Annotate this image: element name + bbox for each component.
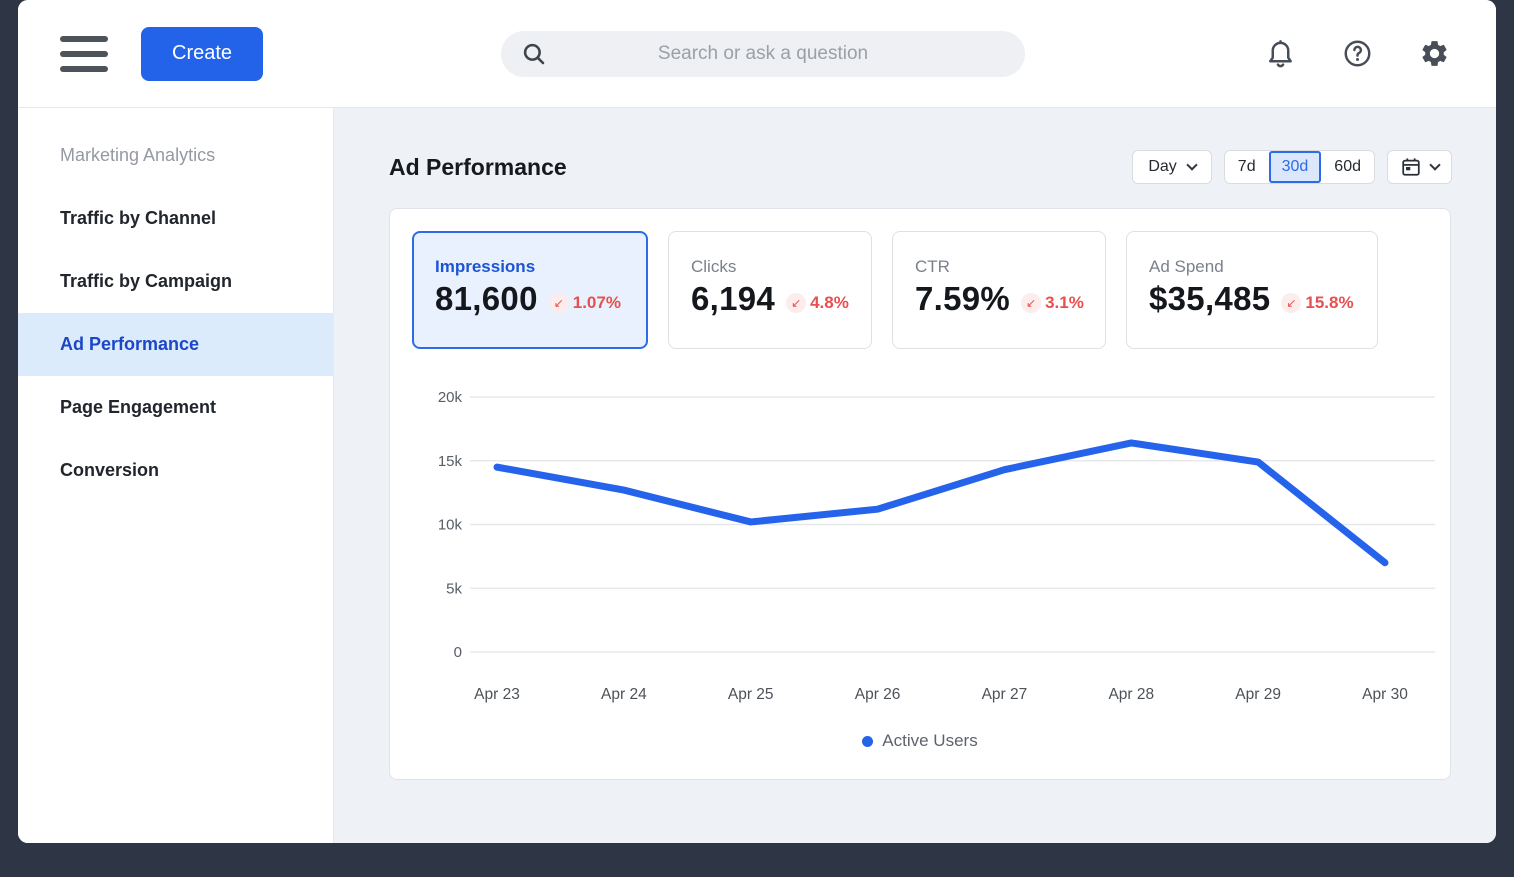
trend-down-icon: ↙ [549, 293, 569, 313]
date-picker-button[interactable] [1387, 150, 1452, 184]
metric-delta: 1.07% [573, 293, 621, 313]
create-button[interactable]: Create [141, 27, 263, 81]
metric-card-clicks[interactable]: Clicks 6,194 ↙ 4.8% [668, 231, 872, 349]
notifications-button[interactable] [1264, 38, 1296, 70]
help-icon [1342, 38, 1373, 69]
gear-icon [1419, 38, 1450, 69]
chevron-down-icon [1429, 159, 1440, 170]
trend-down-icon: ↙ [1021, 293, 1041, 313]
sidebar-item-traffic-by-channel[interactable]: Traffic by Channel [18, 187, 333, 250]
settings-button[interactable] [1418, 38, 1450, 70]
svg-text:Apr 23: Apr 23 [474, 686, 520, 703]
calendar-icon [1400, 156, 1422, 178]
svg-text:10k: 10k [438, 517, 463, 534]
chart-legend: Active Users [390, 731, 1450, 751]
main-content: Ad Performance Day 7d 30d 60d [334, 108, 1496, 843]
metric-value: 7.59% [915, 280, 1010, 318]
metric-label: CTR [915, 257, 1083, 277]
range-60d-button[interactable]: 60d [1321, 151, 1374, 183]
metric-value: 81,600 [435, 280, 538, 318]
metric-card-ctr[interactable]: CTR 7.59% ↙ 3.1% [892, 231, 1106, 349]
svg-text:0: 0 [454, 644, 462, 661]
page-title: Ad Performance [389, 154, 567, 181]
svg-text:Apr 28: Apr 28 [1108, 686, 1154, 703]
search-icon [521, 41, 547, 67]
chevron-down-icon [1186, 159, 1197, 170]
sidebar: Marketing Analytics Traffic by Channel T… [18, 108, 334, 843]
granularity-label: Day [1148, 158, 1176, 176]
legend-dot-icon [862, 736, 873, 747]
bell-icon [1265, 38, 1296, 69]
trend-down-icon: ↙ [1281, 293, 1301, 313]
metric-value: 6,194 [691, 280, 775, 318]
metric-label: Clicks [691, 257, 849, 277]
metric-label: Impressions [435, 257, 625, 277]
line-chart: 0 5k 10k 15k 20k Apr 23 Apr 24 Apr 25 Apr 26 Apr … [390, 379, 1452, 719]
chart-area: 0 5k 10k 15k 20k Apr 23 Apr 24 Apr 25 Apr 26 Apr … [390, 379, 1450, 751]
metrics-row: Impressions 81,600 ↙ 1.07% Clicks 6, [390, 209, 1450, 349]
metric-delta: 3.1% [1045, 293, 1084, 313]
sidebar-item-conversion[interactable]: Conversion [18, 439, 333, 502]
svg-text:15k: 15k [438, 453, 463, 470]
granularity-dropdown[interactable]: Day [1132, 150, 1211, 184]
sidebar-item-page-engagement[interactable]: Page Engagement [18, 376, 333, 439]
svg-text:Apr 27: Apr 27 [982, 686, 1028, 703]
trend-down-icon: ↙ [786, 293, 806, 313]
metric-label: Ad Spend [1149, 257, 1355, 277]
sidebar-item-traffic-by-campaign[interactable]: Traffic by Campaign [18, 250, 333, 313]
time-controls: Day 7d 30d 60d [1132, 150, 1452, 184]
sidebar-item-ad-performance[interactable]: Ad Performance [18, 313, 333, 376]
search-input[interactable] [501, 31, 1025, 77]
hamburger-menu-icon[interactable] [60, 36, 108, 72]
svg-text:Apr 26: Apr 26 [855, 686, 901, 703]
range-segmented-control: 7d 30d 60d [1224, 150, 1375, 184]
range-30d-button[interactable]: 30d [1269, 151, 1322, 183]
metric-value: $35,485 [1149, 280, 1270, 318]
sidebar-section-title: Marketing Analytics [18, 124, 333, 187]
app-window: Create [18, 0, 1496, 843]
legend-label: Active Users [882, 731, 977, 751]
metric-card-impressions[interactable]: Impressions 81,600 ↙ 1.07% [412, 231, 648, 349]
metric-card-ad-spend[interactable]: Ad Spend $35,485 ↙ 15.8% [1126, 231, 1378, 349]
range-7d-button[interactable]: 7d [1225, 151, 1269, 183]
metric-delta: 4.8% [810, 293, 849, 313]
topbar: Create [18, 0, 1496, 108]
search-bar[interactable] [501, 31, 1025, 77]
help-button[interactable] [1341, 38, 1373, 70]
content-header: Ad Performance Day 7d 30d 60d [389, 150, 1452, 184]
metric-delta: 15.8% [1305, 293, 1353, 313]
svg-text:Apr 30: Apr 30 [1362, 686, 1408, 703]
svg-text:5k: 5k [446, 580, 462, 597]
svg-text:Apr 25: Apr 25 [728, 686, 774, 703]
topbar-actions [1264, 0, 1450, 107]
svg-text:Apr 29: Apr 29 [1235, 686, 1281, 703]
svg-text:20k: 20k [438, 389, 463, 406]
ad-performance-panel: Impressions 81,600 ↙ 1.07% Clicks 6, [389, 208, 1451, 780]
svg-text:Apr 24: Apr 24 [601, 686, 647, 703]
